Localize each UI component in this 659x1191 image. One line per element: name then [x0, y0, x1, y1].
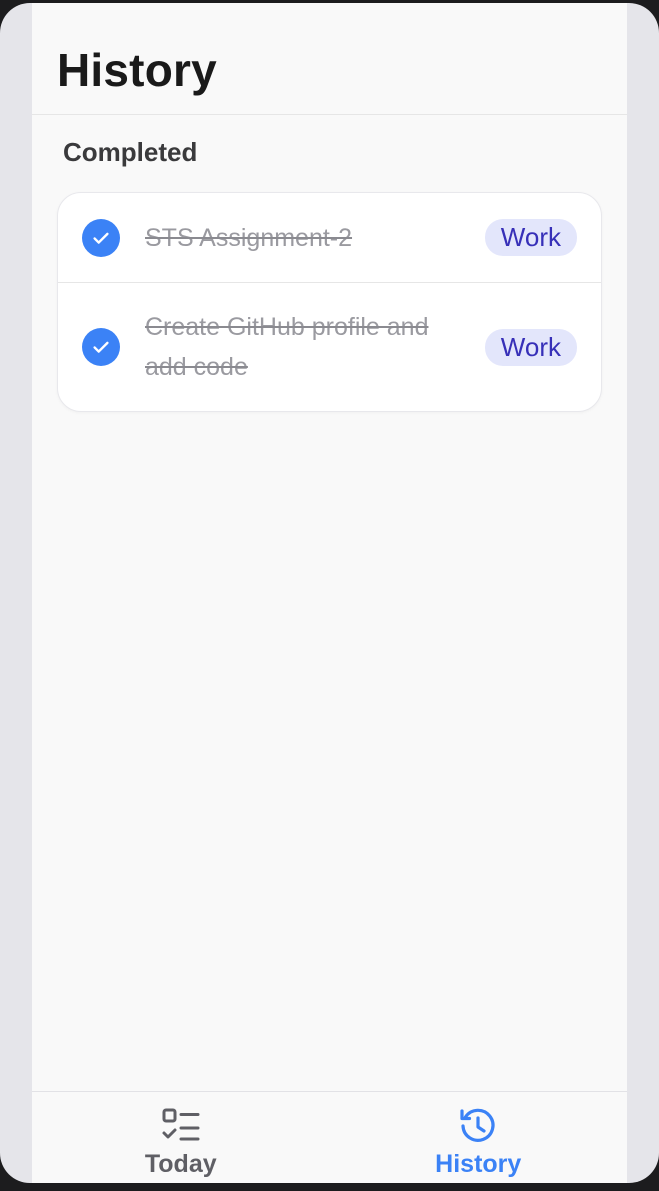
tab-history[interactable]: History	[330, 1092, 628, 1183]
page-header: History	[32, 3, 627, 115]
task-tag: Work	[484, 219, 577, 256]
device-frame: History Completed STS Assignment-2 Work	[0, 3, 659, 1183]
checkmark-circle-icon[interactable]	[82, 328, 120, 366]
tab-label: History	[435, 1150, 522, 1178]
tab-today[interactable]: Today	[32, 1092, 330, 1183]
task-row[interactable]: Create GitHub profile and add code Work	[58, 282, 601, 411]
tab-label: Today	[144, 1150, 217, 1178]
task-title: STS Assignment-2	[145, 223, 353, 252]
app-screen: History Completed STS Assignment-2 Work	[32, 3, 627, 1183]
bottom-tab-bar: Today History	[32, 1091, 627, 1183]
task-tag: Work	[484, 328, 577, 366]
checklist-icon	[162, 1108, 200, 1141]
section-title-completed: Completed	[63, 137, 198, 167]
task-row[interactable]: STS Assignment-2 Work	[58, 193, 601, 282]
completed-task-list: STS Assignment-2 Work Create GitHub prof…	[57, 192, 602, 412]
task-title: Create GitHub profile and add code	[145, 313, 429, 381]
page-title: History	[57, 44, 217, 96]
checkmark-circle-icon[interactable]	[82, 218, 120, 257]
history-clock-icon	[460, 1108, 495, 1142]
